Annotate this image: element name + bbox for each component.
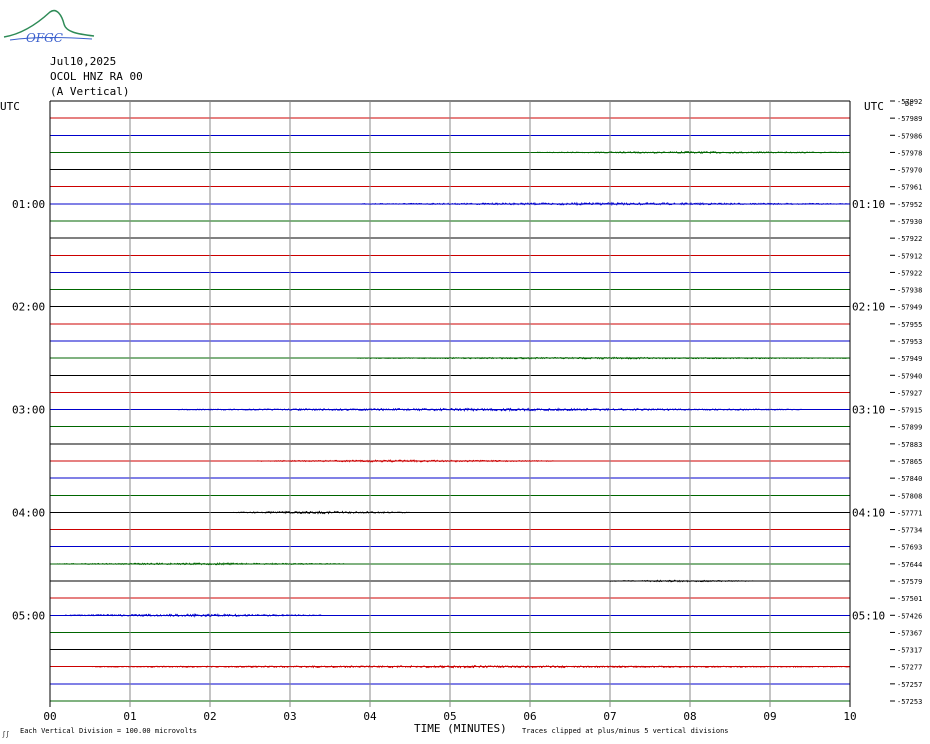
right-time-label: 01:10: [852, 198, 885, 211]
x-axis-title: TIME (MINUTES): [414, 722, 507, 735]
dc-offset-label: -57644: [897, 561, 922, 569]
dc-offset-label: -57940: [897, 372, 922, 380]
dc-offset-label: -57961: [897, 184, 922, 192]
x-tick-label: 06: [523, 710, 536, 723]
dc-label: DC: [905, 100, 913, 108]
dc-offset-label: -57922: [897, 269, 922, 277]
seismogram-plot: 00 01 02 03 04 05 06 07 08 09 10-57992-57989-57986…: [0, 98, 922, 738]
x-tick-label: 00: [43, 710, 56, 723]
dc-offset-label: -57579: [897, 578, 922, 586]
dc-offset-label: -57865: [897, 458, 922, 466]
left-time-label: 04:00: [12, 506, 45, 519]
x-tick-label: 04: [363, 710, 377, 723]
dc-offset-label: -57912: [897, 252, 922, 260]
dc-offset-label: -57253: [897, 698, 922, 706]
dc-offset-label: -57317: [897, 647, 922, 655]
dc-offset-label: -57927: [897, 389, 922, 397]
dc-offset-label: -57899: [897, 424, 922, 432]
dc-offset-label: -57734: [897, 527, 922, 535]
x-tick-label: 08: [683, 710, 696, 723]
x-tick-label: 01: [123, 710, 136, 723]
dc-offset-label: -57367: [897, 629, 922, 637]
dc-offset-label: -57970: [897, 167, 922, 175]
dc-offset-label: -57277: [897, 664, 922, 672]
right-time-label: 02:10: [852, 301, 885, 314]
dc-offset-label: -57426: [897, 612, 922, 620]
trace-burst: [233, 510, 410, 515]
right-time-label: 03:10: [852, 404, 885, 417]
dc-offset-label: -57930: [897, 218, 922, 226]
left-time-label: 05:00: [12, 609, 45, 622]
trace-burst: [57, 562, 346, 566]
trace-burst: [353, 356, 850, 360]
dc-offset-label: -57808: [897, 492, 922, 500]
dc-offset-label: -57953: [897, 338, 922, 346]
dc-offset-label: -57693: [897, 544, 922, 552]
x-tick-label: 07: [603, 710, 616, 723]
dc-offset-label: -57883: [897, 441, 922, 449]
dc-offset-label: -57949: [897, 355, 922, 363]
dc-offset-label: -57922: [897, 235, 922, 243]
dc-offset-label: -57840: [897, 475, 922, 483]
footer-clip-note: Traces clipped at plus/minus 5 vertical …: [522, 727, 729, 735]
footer-corner-mark: ʃʃ: [2, 731, 10, 738]
dc-offset-label: -57952: [897, 201, 922, 209]
x-tick-label: 02: [203, 710, 216, 723]
left-time-label: 03:00: [12, 404, 45, 417]
dc-offset-label: -57915: [897, 407, 922, 415]
left-utc-label: UTC: [0, 100, 20, 113]
trace-burst: [537, 150, 850, 155]
dc-offset-label: -57955: [897, 321, 922, 329]
axis-labels: 00 01 02 03 04 05 06 07 08 09 10-57992-57989-57986…: [12, 98, 922, 723]
right-time-label: 04:10: [852, 506, 885, 519]
dc-offset-label: -57501: [897, 595, 922, 603]
left-time-label: 02:00: [12, 301, 45, 314]
trace-burst: [65, 613, 322, 618]
dc-offset-label: -57949: [897, 304, 922, 312]
dc-offset-label: -57986: [897, 132, 922, 140]
dc-offset-label: -57978: [897, 149, 922, 157]
x-tick-label: 03: [283, 710, 296, 723]
right-utc-label: UTC: [864, 100, 884, 113]
right-time-label: 05:10: [852, 609, 885, 622]
trace-burst: [257, 459, 554, 463]
dc-offset-label: -57257: [897, 681, 922, 689]
x-tick-label: 09: [763, 710, 776, 723]
trace-burst: [609, 579, 754, 583]
footer-division-note: Each Vertical Division = 100.00 microvol…: [20, 727, 197, 735]
dc-offset-label: -57938: [897, 287, 922, 295]
dc-offset-label: -57771: [897, 509, 922, 517]
dc-offset-label: -57989: [897, 115, 922, 123]
left-time-label: 01:00: [12, 198, 45, 211]
x-tick-label: 10: [843, 710, 856, 723]
